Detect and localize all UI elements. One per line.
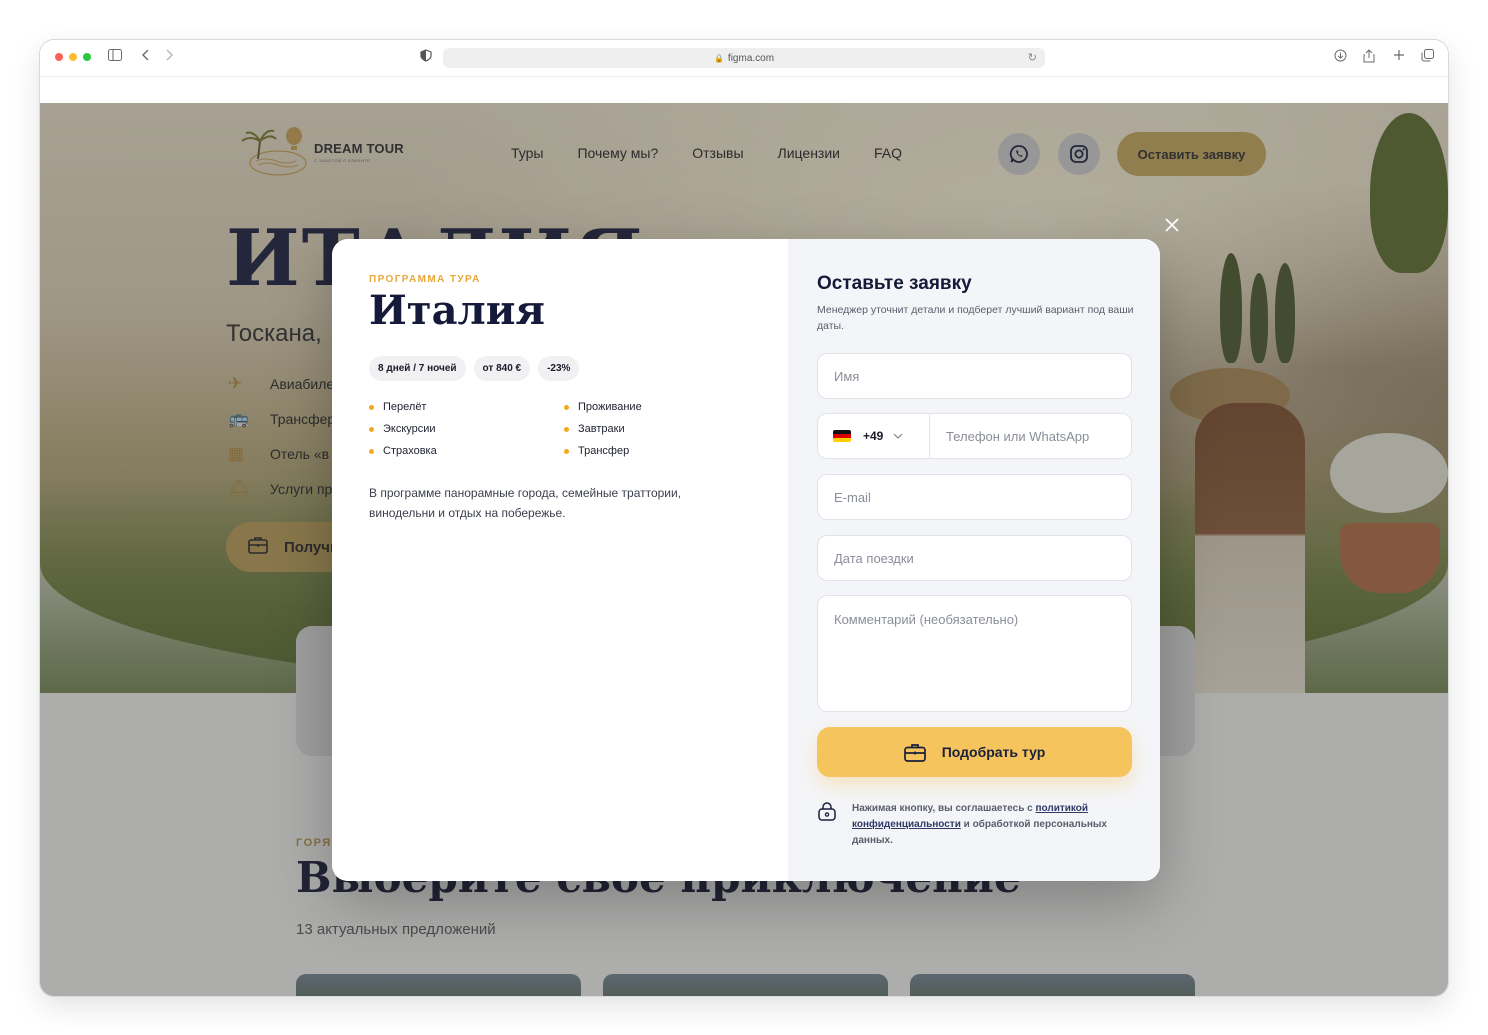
bullet-icon bbox=[369, 404, 374, 410]
url-text: figma.com bbox=[727, 52, 775, 64]
list-item-label: Трансфер bbox=[578, 445, 630, 457]
bullet-icon bbox=[369, 448, 374, 454]
request-modal: ПРОГРАММА ТУРА Италия 8 дней / 7 ночей о… bbox=[332, 239, 1160, 881]
lock-icon: 🔒 bbox=[713, 53, 724, 63]
tabs-overview-icon[interactable] bbox=[1421, 49, 1434, 66]
browser-window: 🔒 figma.com ↻ DREAM TOUR С ЗАБОТОЙ О КЛИ… bbox=[40, 40, 1448, 996]
close-window-button[interactable] bbox=[55, 53, 63, 61]
modal-title: Италия bbox=[369, 287, 545, 334]
list-item-label: Экскурсии bbox=[383, 423, 436, 435]
country-code-select[interactable]: +49 bbox=[818, 414, 930, 458]
program-eyebrow: ПРОГРАММА ТУРА bbox=[369, 274, 481, 285]
phone-input[interactable]: Телефон или WhatsApp bbox=[930, 429, 1131, 444]
close-modal-button[interactable] bbox=[1162, 216, 1182, 236]
list-item: Страховка bbox=[369, 445, 437, 457]
consent-prefix: Нажимая кнопку, вы соглашаетесь с bbox=[852, 803, 1033, 814]
page-viewport: DREAM TOUR С ЗАБОТОЙ О КЛИЕНТЕ Туры Поче… bbox=[40, 103, 1448, 996]
discount-chip: -23% bbox=[538, 356, 580, 381]
briefcase-icon bbox=[903, 743, 926, 762]
country-code-value: +49 bbox=[863, 429, 884, 443]
comment-field[interactable]: Комментарий (необязательно) bbox=[817, 595, 1132, 712]
email-field[interactable]: E-mail bbox=[817, 474, 1132, 520]
bullet-icon bbox=[369, 426, 374, 432]
tour-program-panel: ПРОГРАММА ТУРА Италия 8 дней / 7 ночей о… bbox=[332, 239, 788, 881]
tour-chips: 8 дней / 7 ночей от 840 € -23% bbox=[369, 356, 580, 381]
duration-chip: 8 дней / 7 ночей bbox=[369, 356, 466, 381]
tour-description: В программе панорамные города, семейные … bbox=[369, 486, 682, 520]
consent-note: Нажимая кнопку, вы соглашаетесь с полити… bbox=[817, 801, 1132, 849]
submit-label: Подобрать тур bbox=[941, 744, 1046, 760]
consent-text: Нажимая кнопку, вы соглашаетесь с полити… bbox=[852, 801, 1132, 849]
chevron-down-icon bbox=[893, 431, 903, 442]
close-icon bbox=[1165, 218, 1179, 232]
request-form-panel: Оставьте заявку Менеджер уточнит детали … bbox=[788, 239, 1160, 881]
share-icon[interactable] bbox=[1363, 49, 1375, 67]
privacy-lock-icon bbox=[817, 801, 837, 849]
germany-flag-icon bbox=[833, 430, 851, 442]
back-icon[interactable] bbox=[141, 49, 151, 65]
phone-field: +49 Телефон или WhatsApp bbox=[817, 413, 1132, 459]
list-item: Завтраки bbox=[564, 423, 625, 435]
list-item-label: Завтраки bbox=[578, 423, 625, 435]
form-subtitle: Менеджер уточнит детали и подберет лучши… bbox=[817, 304, 1134, 332]
bullet-icon bbox=[564, 448, 569, 454]
browser-toolbar: 🔒 figma.com ↻ bbox=[40, 40, 1448, 76]
bullet-icon bbox=[564, 404, 569, 410]
download-icon[interactable] bbox=[1334, 49, 1347, 66]
list-item: Экскурсии bbox=[369, 423, 436, 435]
form-title: Оставьте заявку bbox=[817, 273, 972, 294]
name-field[interactable]: Имя bbox=[817, 353, 1132, 399]
list-item-label: Проживание bbox=[578, 401, 642, 413]
list-item: Трансфер bbox=[564, 445, 629, 457]
reload-icon[interactable]: ↻ bbox=[1028, 51, 1037, 64]
address-bar[interactable]: 🔒 figma.com ↻ bbox=[443, 48, 1045, 68]
price-chip: от 840 € bbox=[473, 356, 531, 381]
maximize-window-button[interactable] bbox=[83, 53, 91, 61]
trip-date-field[interactable]: Дата поездки bbox=[817, 535, 1132, 581]
submit-button[interactable]: Подобрать тур bbox=[817, 727, 1132, 777]
list-item-label: Страховка bbox=[383, 445, 437, 457]
shield-icon[interactable] bbox=[420, 49, 432, 66]
minimize-window-button[interactable] bbox=[69, 53, 77, 61]
list-item: Перелёт bbox=[369, 401, 426, 413]
sidebar-icon[interactable] bbox=[108, 49, 122, 65]
list-item-label: Перелёт bbox=[383, 401, 427, 413]
bullet-icon bbox=[564, 426, 569, 432]
forward-icon[interactable] bbox=[164, 49, 174, 65]
bookmarks-bar bbox=[40, 76, 1448, 103]
new-tab-icon[interactable] bbox=[1393, 49, 1405, 65]
list-item: Проживание bbox=[564, 401, 642, 413]
